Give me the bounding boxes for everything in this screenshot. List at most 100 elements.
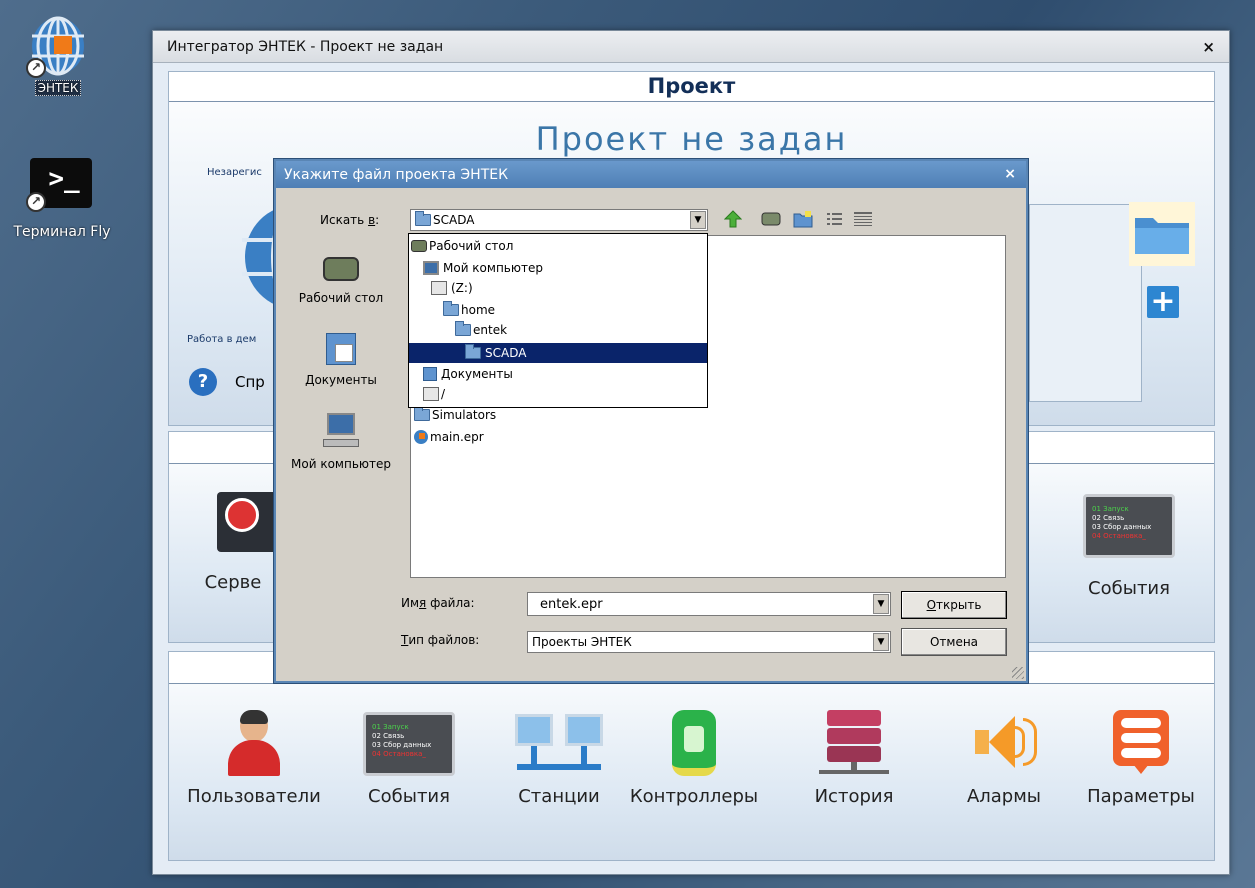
event-line: 01 Запуск (1092, 505, 1129, 513)
open-folder-icon[interactable] (1129, 202, 1195, 266)
filetype-label-text: ип файлов: (408, 633, 480, 647)
dropdown-item[interactable]: Документы (423, 364, 513, 384)
dialog-close-icon[interactable]: × (1004, 166, 1016, 182)
new-folder-icon[interactable] (792, 208, 814, 230)
folder-icon (455, 321, 471, 336)
chevron-down-icon[interactable]: ▼ (873, 633, 889, 651)
drive-icon (431, 281, 447, 295)
look-in-combobox[interactable]: SCADA ▼ (410, 209, 708, 231)
dialog-titlebar[interactable]: Укажите файл проекта ЭНТЕК × (276, 161, 1026, 188)
look-in-label-text: Искать (320, 213, 369, 227)
open-hotkey: О (926, 598, 937, 612)
event-line: 04 Остановка_ (372, 750, 426, 758)
event-line: 03 Сбор данных (1092, 523, 1152, 531)
dropdown-item[interactable]: entek (455, 320, 507, 340)
alarms-button[interactable]: Алармы (939, 710, 1069, 807)
window-titlebar[interactable]: Интегратор ЭНТЕК - Проект не задан × (153, 31, 1229, 63)
events-button[interactable]: 01 Запуск 02 Связь 03 Сбор данных 04 Ост… (1064, 494, 1194, 599)
dropdown-label: Мой компьютер (443, 261, 543, 275)
drive-icon (423, 387, 439, 401)
speaker-icon (969, 710, 1039, 776)
users-button[interactable]: Пользователи (179, 710, 329, 807)
filetype-select[interactable]: Проекты ЭНТЕК ▼ (527, 631, 891, 653)
window-title: Интегратор ЭНТЕК - Проект не задан (167, 38, 444, 55)
event-line: 01 Запуск (372, 723, 409, 731)
project-panel-header: Проект (169, 72, 1214, 102)
desktop-icon-terminal[interactable]: >_ ↗ Терминал Fly (2, 158, 122, 240)
up-folder-icon[interactable] (722, 208, 744, 230)
history-button[interactable]: История (789, 710, 919, 807)
look-in-colon: : (375, 213, 380, 227)
sidebar-label: Рабочий стол (298, 291, 384, 305)
sidebar-documents[interactable]: Документы (281, 333, 401, 387)
stations-button[interactable]: Станции (494, 712, 624, 807)
entek-globe-icon: ↗ (26, 14, 88, 78)
controllers-button[interactable]: Контроллеры (629, 710, 759, 807)
sidebar-computer[interactable]: Мой компьютер (281, 413, 401, 471)
filename-value: entek.epr (540, 596, 603, 612)
project-status-title: Проект не задан (535, 120, 848, 158)
user-icon (224, 710, 284, 776)
parameters-icon (1113, 710, 1169, 776)
file-item[interactable]: main.epr (414, 430, 484, 444)
cancel-button[interactable]: Отмена (901, 628, 1007, 656)
desktop-icon-label: Терминал Fly (13, 224, 111, 240)
dropdown-label: / (441, 387, 446, 401)
look-in-label: Искать в: (320, 213, 379, 227)
resize-grip-icon[interactable] (1012, 667, 1024, 679)
filename-label-rest: файла: (426, 596, 475, 610)
chevron-down-icon[interactable]: ▼ (690, 211, 706, 229)
open-button[interactable]: Открыть (901, 591, 1007, 619)
computer-icon (423, 261, 439, 275)
dropdown-item[interactable]: Мой компьютер (423, 258, 543, 278)
events-button-bottom[interactable]: 01 Запуск 02 Связь 03 Сбор данных 04 Ост… (344, 712, 474, 807)
stations-label: Станции (518, 786, 600, 807)
events-icon: 01 Запуск 02 Связь 03 Сбор данных 04 Ост… (363, 712, 455, 776)
controller-icon (672, 710, 716, 776)
dialog-title: Укажите файл проекта ЭНТЕК (284, 166, 509, 183)
sidebar-label: Документы (305, 373, 377, 387)
filetype-value: Проекты ЭНТЕК (532, 635, 632, 649)
desktop-shortcut-icon[interactable] (760, 208, 782, 230)
stations-icon (511, 712, 607, 776)
dropdown-item[interactable]: home (443, 300, 495, 320)
server-label: Серве (204, 572, 262, 593)
help-button[interactable]: ? Спр (189, 368, 265, 396)
close-icon[interactable]: × (1202, 38, 1215, 56)
chevron-down-icon[interactable]: ▼ (873, 594, 889, 614)
dropdown-item[interactable]: Рабочий стол (411, 236, 707, 256)
entek-file-icon (414, 430, 428, 444)
parameters-label: Параметры (1087, 786, 1195, 807)
parameters-button[interactable]: Параметры (1076, 710, 1206, 807)
desktop-icon (323, 257, 359, 281)
filename-input[interactable]: entek.epr ▼ (527, 592, 891, 616)
server-icon (217, 492, 281, 552)
dropdown-label: home (461, 303, 496, 317)
dropdown-item-selected[interactable]: SCADA (409, 343, 707, 363)
list-view-icon[interactable] (824, 208, 846, 230)
folder-icon (443, 301, 459, 316)
event-line: 03 Сбор данных (372, 741, 432, 749)
folder-icon (465, 344, 481, 359)
desktop-icon-entek[interactable]: ↗ ЭНТЕК (0, 14, 118, 96)
dropdown-item[interactable]: (Z:) (431, 278, 473, 298)
help-label: Спр (235, 373, 265, 391)
details-view-icon[interactable] (852, 208, 874, 230)
desktop-icon (411, 240, 427, 252)
events-label: События (1088, 578, 1170, 599)
sidebar-desktop[interactable]: Рабочий стол (281, 257, 401, 305)
add-project-icon[interactable]: + (1147, 286, 1179, 318)
sidebar-label: Мой компьютер (291, 457, 391, 471)
file-item[interactable]: Simulators (414, 406, 497, 422)
database-icon (819, 710, 889, 776)
history-label: История (814, 786, 894, 807)
desktop-icon-label: ЭНТЕК (34, 80, 82, 96)
filename-label-text: Им (401, 596, 420, 610)
documents-icon (423, 367, 437, 381)
look-in-dropdown[interactable]: Рабочий стол Мой компьютер (Z:) home ent… (408, 233, 708, 408)
dropdown-item[interactable]: / (423, 384, 445, 404)
events-icon: 01 Запуск 02 Связь 03 Сбор данных 04 Ост… (1083, 494, 1175, 558)
filetype-label: Тип файлов: (401, 633, 479, 647)
file-name: Simulators (432, 408, 497, 422)
folder-icon (415, 211, 431, 226)
